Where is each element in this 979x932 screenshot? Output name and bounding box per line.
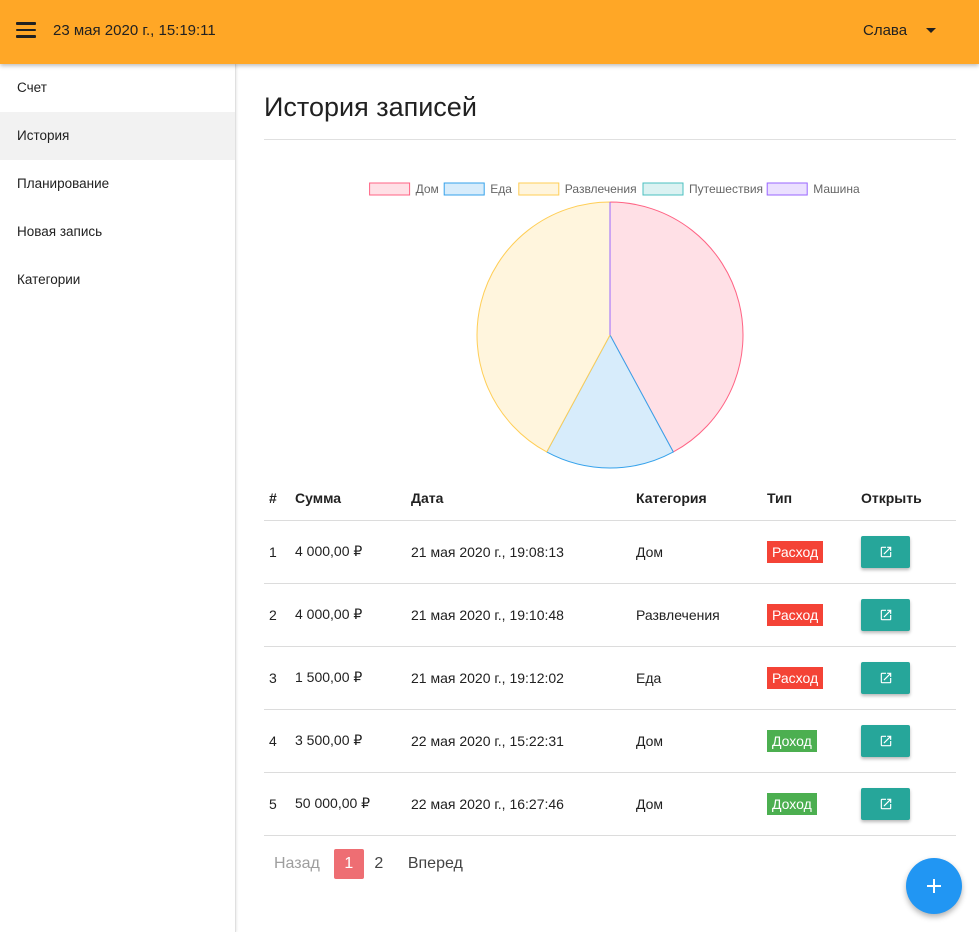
row-date: 21 мая 2020 г., 19:10:48	[411, 583, 636, 647]
category-pie-chart: Дом Еда Развлечения Путешествия Машина	[264, 169, 956, 474]
open-record-button[interactable]	[861, 535, 910, 568]
row-sum: 1 500,00 ₽	[295, 646, 411, 710]
legend-swatch-1[interactable]	[443, 182, 485, 196]
row-date: 21 мая 2020 г., 19:12:02	[411, 646, 636, 710]
table-row: 3 1 500,00 ₽ 21 мая 2020 г., 19:12:02 Ед…	[264, 646, 956, 710]
records-table: # Сумма Дата Категория Тип Открыть 1 4 0…	[264, 476, 956, 836]
legend-swatch-2[interactable]	[518, 182, 560, 196]
open-record-button[interactable]	[861, 598, 910, 631]
pagination-next[interactable]: Вперед	[398, 855, 473, 873]
sidebar-item-account[interactable]: Счет	[0, 64, 235, 112]
type-badge-expense: Расход	[767, 540, 824, 563]
hamburger-menu-icon[interactable]	[16, 22, 36, 42]
plus-icon	[927, 879, 941, 893]
table-row: 4 3 500,00 ₽ 22 мая 2020 г., 15:22:31 До…	[264, 709, 956, 773]
sidebar-item-planning[interactable]: Планирование	[0, 160, 235, 208]
row-number: 4	[264, 709, 295, 773]
pie-chart-svg: Дом Еда Развлечения Путешествия Машина	[369, 182, 860, 469]
row-category: Дом	[636, 520, 767, 584]
row-sum: 4 000,00 ₽	[295, 520, 411, 584]
sidebar: Счет История Планирование Новая запись К…	[0, 64, 236, 932]
pagination-page-2[interactable]: 2	[364, 849, 394, 879]
open-in-new-icon	[880, 546, 891, 557]
legend-label-1: Еда	[490, 182, 512, 196]
sidebar-item-history[interactable]: История	[0, 112, 235, 160]
add-record-fab[interactable]	[906, 858, 962, 914]
row-sum: 3 500,00 ₽	[295, 709, 411, 773]
open-in-new-icon	[880, 609, 891, 620]
row-sum: 4 000,00 ₽	[295, 583, 411, 647]
row-date: 22 мая 2020 г., 15:22:31	[411, 709, 636, 773]
row-number: 1	[264, 520, 295, 584]
open-record-button[interactable]	[861, 661, 910, 694]
row-category: Развлечения	[636, 583, 767, 647]
type-badge-expense: Расход	[767, 666, 824, 689]
header-open: Открыть	[861, 476, 956, 521]
pagination: Назад 1 2 Вперед	[264, 848, 473, 880]
type-badge-expense: Расход	[767, 603, 824, 626]
header-category: Категория	[636, 476, 767, 521]
current-datetime: 23 мая 2020 г., 15:19:11	[53, 22, 216, 39]
legend-label-3: Путешествия	[689, 182, 763, 196]
open-in-new-icon	[880, 735, 891, 746]
header-number: #	[264, 476, 295, 521]
table-row: 5 50 000,00 ₽ 22 мая 2020 г., 16:27:46 Д…	[264, 772, 956, 836]
row-sum: 50 000,00 ₽	[295, 772, 411, 836]
table-row: 1 4 000,00 ₽ 21 мая 2020 г., 19:08:13 До…	[264, 520, 956, 584]
row-category: Еда	[636, 646, 767, 710]
open-in-new-icon	[880, 672, 891, 683]
row-number: 5	[264, 772, 295, 836]
open-record-button[interactable]	[861, 787, 910, 820]
header-date: Дата	[411, 476, 636, 521]
row-category: Дом	[636, 709, 767, 773]
row-number: 2	[264, 583, 295, 647]
title-divider	[264, 139, 956, 140]
type-badge-income: Доход	[767, 729, 817, 752]
header-sum: Сумма	[295, 476, 411, 521]
open-record-button[interactable]	[861, 724, 910, 757]
user-name: Слава	[863, 22, 908, 39]
table-row: 2 4 000,00 ₽ 21 мая 2020 г., 19:10:48 Ра…	[264, 583, 956, 647]
legend-swatch-4[interactable]	[766, 182, 808, 196]
legend-swatch-3[interactable]	[642, 182, 684, 196]
row-category: Дом	[636, 772, 767, 836]
row-date: 21 мая 2020 г., 19:08:13	[411, 520, 636, 584]
user-dropdown[interactable]: Слава	[863, 22, 937, 39]
type-badge-income: Доход	[767, 792, 817, 815]
page-title: История записей	[264, 92, 477, 122]
top-navbar: 23 мая 2020 г., 15:19:11 Слава	[0, 0, 979, 64]
legend-label-2: Развлечения	[565, 182, 637, 196]
sidebar-item-new-record[interactable]: Новая запись	[0, 208, 235, 256]
pagination-page-1[interactable]: 1	[333, 849, 364, 879]
row-date: 22 мая 2020 г., 16:27:46	[411, 772, 636, 836]
pagination-prev[interactable]: Назад	[264, 855, 330, 873]
table-header-row: # Сумма Дата Категория Тип Открыть	[264, 476, 956, 521]
row-number: 3	[264, 646, 295, 710]
header-type: Тип	[767, 476, 861, 521]
legend-label-4: Машина	[813, 182, 860, 196]
open-in-new-icon	[880, 798, 891, 809]
caret-down-icon	[926, 28, 937, 33]
legend-swatch-0[interactable]	[369, 182, 411, 196]
legend-label-0: Дом	[416, 182, 439, 196]
sidebar-item-categories[interactable]: Категории	[0, 256, 235, 304]
